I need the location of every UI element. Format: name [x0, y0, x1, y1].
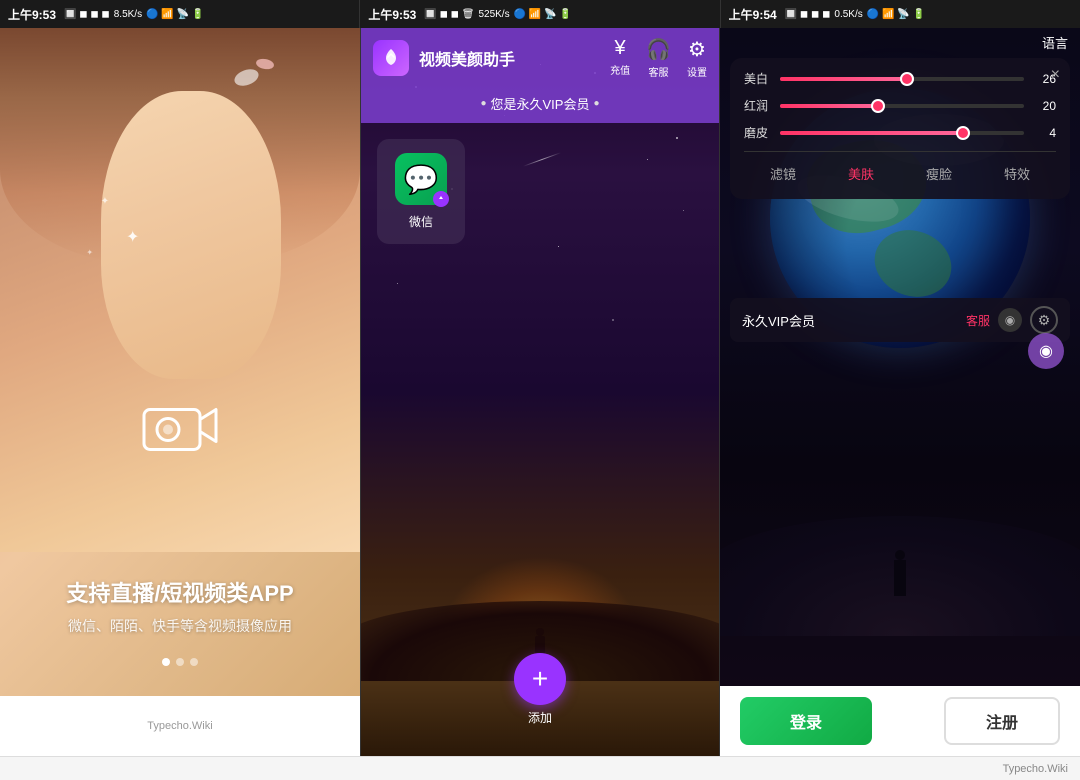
wechat-tile[interactable]: 💬 微信	[377, 139, 465, 244]
gear-icon-button[interactable]: ⚙	[1030, 306, 1058, 334]
vip-status-text: 永久VIP会员	[742, 311, 815, 330]
slider-thumb-hongrun[interactable]	[871, 99, 885, 113]
add-button-container: + 添加	[514, 653, 566, 726]
status-bar: 上午9:53 🔲 ◼ ◼ ◼ 8.5K/s 🔵 📶 📡 🔋 上午9:53 🔲 ◼…	[0, 0, 1080, 28]
time-1: 上午9:53	[8, 6, 56, 23]
slider-track-mopi[interactable]	[780, 131, 1024, 135]
status-bar-panel3: 上午9:54 🔲 ◼ ◼ ◼ 0.5K/s 🔵 📶 📡 🔋	[721, 0, 1080, 28]
slider-label-meibal: 美白	[744, 70, 772, 87]
settings-action[interactable]: ⚙ 设置	[687, 37, 707, 79]
beauty-control-panel: × 美白 26 红润	[730, 58, 1070, 199]
recharge-icon: ¥	[615, 37, 626, 60]
slider-row-meibal: 美白 26	[744, 70, 1056, 87]
app-logo	[373, 40, 409, 76]
dot-2	[176, 658, 184, 666]
vip-actions: 客服 ◉ ⚙	[966, 306, 1058, 334]
slider-row-mopi: 磨皮 4	[744, 124, 1056, 141]
tab-skin[interactable]: 美肤	[840, 160, 882, 187]
dot-3	[190, 658, 198, 666]
vip-dot-right: ●	[593, 98, 599, 109]
slider-fill-meibal	[780, 77, 907, 81]
vip-status-bar: 永久VIP会员 客服 ◉ ⚙	[730, 298, 1070, 342]
panel-intro: ✦ ✦ ✦ 支持直	[0, 28, 360, 756]
add-button[interactable]: +	[514, 653, 566, 705]
status-bar-panel1: 上午9:53 🔲 ◼ ◼ ◼ 8.5K/s 🔵 📶 📡 🔋	[0, 0, 360, 28]
time-3: 上午9:54	[729, 6, 777, 23]
wechat-badge	[433, 191, 449, 207]
panel1-bottom-bar: Typecho.Wiki	[0, 696, 360, 756]
floating-button[interactable]: ◉	[1028, 333, 1064, 369]
header-actions: ¥ 充值 🎧 客服 ⚙ 设置	[610, 37, 707, 79]
tab-filter[interactable]: 滤镜	[762, 160, 804, 187]
app-header: 视频美颜助手 ¥ 充值 🎧 客服 ⚙ 设置	[361, 28, 719, 88]
slider-thumb-meibal[interactable]	[900, 72, 914, 86]
auth-footer: 登录 注册	[720, 686, 1080, 756]
slider-label-mopi: 磨皮	[744, 124, 772, 141]
panel-beauty: 语言 × 美白 26 红润	[720, 28, 1080, 756]
slider-label-hongrun: 红润	[744, 97, 772, 114]
panel1-text-block: 支持直播/短视频类APP 微信、陌陌、快手等含视频摄像应用	[0, 576, 360, 636]
slider-track-hongrun[interactable]	[780, 104, 1024, 108]
signal-icons-2: 🔵 📶 📡 🔋	[514, 9, 572, 20]
slider-fill-mopi	[780, 131, 963, 135]
recharge-label: 充值	[610, 62, 630, 77]
add-label: 添加	[528, 709, 552, 726]
status-icons-1: 🔲 ◼ ◼ ◼	[64, 9, 110, 20]
panel3-header: 语言	[720, 28, 1080, 56]
slider-thumb-mopi[interactable]	[956, 126, 970, 140]
vip-notice-text: 您是永久VIP会员	[491, 94, 590, 113]
service-label: 客服	[649, 64, 669, 79]
slider-fill-hongrun	[780, 104, 878, 108]
person-silhouette-3	[894, 560, 906, 596]
vip-banner: ● 您是永久VIP会员 ●	[361, 88, 719, 123]
vip-service-button[interactable]: 客服	[966, 312, 990, 329]
panel1-title: 支持直播/短视频类APP	[0, 576, 360, 608]
vip-icon-button[interactable]: ◉	[998, 308, 1022, 332]
signal-icons-1: 🔵 📶 📡 🔋	[146, 9, 204, 20]
dot-1	[162, 658, 170, 666]
register-button[interactable]: 注册	[944, 697, 1060, 745]
signal-icons-3: 🔵 📶 📡 🔋	[867, 9, 925, 20]
slider-value-hongrun: 20	[1032, 99, 1056, 113]
service-icon: 🎧	[646, 37, 671, 62]
time-2: 上午9:53	[368, 6, 416, 23]
status-icons-3: 🔲 ◼ ◼ ◼	[785, 9, 831, 20]
credit-bar: Typecho.Wiki	[0, 756, 1080, 780]
camera-icon	[140, 396, 220, 461]
beauty-tabs: 滤镜 美肤 瘦脸 特效	[744, 151, 1056, 187]
speed-3: 0.5K/s	[834, 9, 862, 20]
wechat-label: 微信	[409, 213, 433, 230]
status-bar-panel2: 上午9:53 🔲 ◼ ◼ 🗑 525K/s 🔵 📶 📡 🔋	[360, 0, 720, 28]
panel-app-main: 视频美颜助手 ¥ 充值 🎧 客服 ⚙ 设置	[360, 28, 720, 756]
floating-icon: ◉	[1039, 341, 1053, 361]
recharge-action[interactable]: ¥ 充值	[610, 37, 630, 79]
status-icons-2: 🔲 ◼ ◼ 🗑	[424, 9, 474, 20]
login-button[interactable]: 登录	[740, 697, 872, 745]
tab-effects[interactable]: 特效	[996, 160, 1038, 187]
app-name-label: 视频美颜助手	[419, 46, 600, 70]
slider-track-meibal[interactable]	[780, 77, 1024, 81]
settings-icon: ⚙	[688, 37, 706, 62]
panel1-subtitle: 微信、陌陌、快手等含视频摄像应用	[0, 616, 360, 636]
vip-dot-left: ●	[480, 98, 486, 109]
close-button[interactable]: ×	[1051, 66, 1060, 84]
pagination-dots	[0, 658, 360, 666]
speed-2: 525K/s	[478, 9, 509, 20]
wechat-icon: 💬	[395, 153, 447, 205]
slider-value-mopi: 4	[1032, 126, 1056, 140]
slider-row-hongrun: 红润 20	[744, 97, 1056, 114]
language-button[interactable]: 语言	[1042, 33, 1068, 52]
app-grid: 💬 微信	[361, 123, 719, 260]
speed-1: 8.5K/s	[114, 9, 142, 20]
credit-label: Typecho.Wiki	[147, 720, 212, 732]
settings-label: 设置	[687, 64, 707, 79]
tab-slim[interactable]: 瘦脸	[918, 160, 960, 187]
service-action[interactable]: 🎧 客服	[646, 37, 671, 79]
credit-text: Typecho.Wiki	[1003, 763, 1068, 775]
